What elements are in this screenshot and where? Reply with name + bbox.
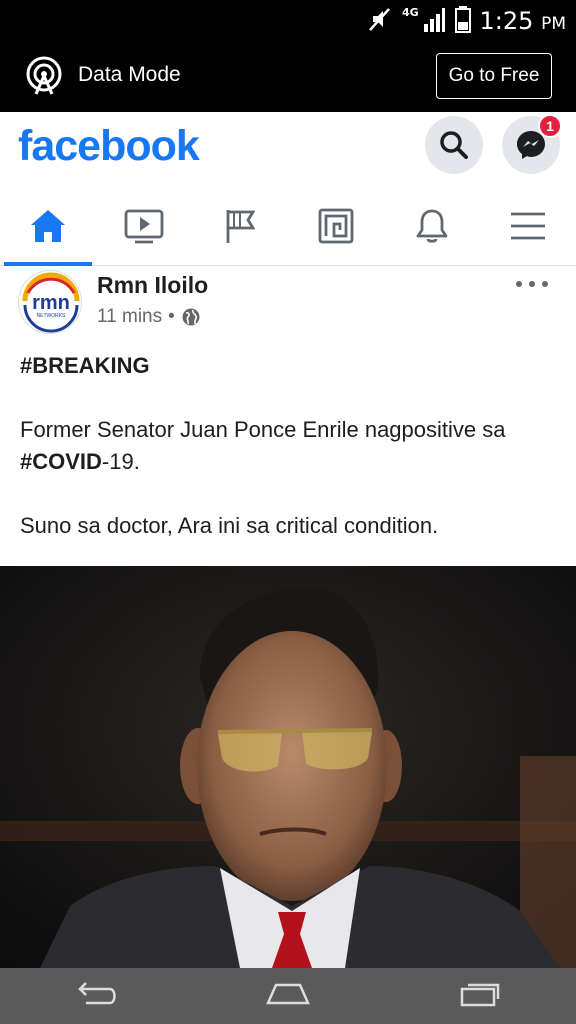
post-line-2-end: -19. [101, 449, 140, 474]
meta-separator: • [168, 306, 175, 327]
home-button[interactable] [264, 979, 312, 1014]
data-mode-icon [24, 56, 64, 96]
tab-notifications[interactable] [384, 186, 480, 266]
globe-icon [182, 308, 200, 326]
recents-button[interactable] [456, 979, 504, 1014]
back-button[interactable] [72, 979, 120, 1014]
post-photo[interactable] [0, 566, 576, 968]
flag-icon [226, 210, 256, 243]
network-type: 4G [402, 6, 419, 19]
post-meta: 11 mins • [97, 306, 201, 328]
nav-tabs [0, 186, 576, 266]
facebook-logo[interactable]: facebook [18, 122, 200, 171]
battery-icon [454, 4, 472, 39]
avatar-text: rmn [32, 292, 70, 314]
go-to-free-button[interactable]: Go to Free [436, 53, 552, 99]
bell-icon [416, 209, 448, 243]
post-time[interactable]: 11 mins [97, 306, 162, 328]
data-mode-label: Data Mode [78, 63, 181, 86]
hamburger-icon [511, 212, 545, 240]
search-icon [440, 131, 468, 159]
home-nav-icon [266, 983, 310, 1004]
home-icon [31, 210, 65, 242]
tab-menu[interactable] [480, 186, 576, 266]
app-header: facebook 1 [0, 112, 576, 186]
status-bar: 4G 1:25 PM [0, 0, 576, 42]
search-button[interactable] [425, 116, 483, 174]
more-dot [529, 281, 535, 287]
hashtag-breaking[interactable]: #BREAKING [20, 350, 565, 382]
back-icon [78, 981, 116, 1004]
android-nav-bar [0, 968, 576, 1024]
video-icon [124, 209, 164, 244]
messenger-button[interactable]: 1 [502, 114, 562, 174]
more-dot [542, 281, 548, 287]
tab-watch[interactable] [96, 186, 192, 266]
clock: 1:25 PM [479, 7, 566, 35]
tab-gaming[interactable] [288, 186, 384, 266]
hashtag-covid[interactable]: #COVID [20, 449, 102, 474]
post-author[interactable]: Rmn Iloilo [97, 272, 208, 299]
post-line-2-text: Former Senator Juan Ponce Enrile nagposi… [20, 417, 506, 442]
more-dot [516, 281, 522, 287]
signal-icon: 4G [402, 4, 446, 39]
tab-home[interactable] [0, 186, 96, 266]
avatar-subtext: NETWORKS [37, 313, 67, 319]
gaming-icon [318, 208, 354, 244]
post-line-3: Suno sa doctor, Ara ini sa critical cond… [20, 513, 439, 538]
messenger-badge: 1 [538, 114, 562, 138]
post-line-2: Former Senator Juan Ponce Enrile nagposi… [20, 414, 565, 478]
mute-icon [364, 4, 394, 39]
post-header: rmn NETWORKS Rmn Iloilo 11 mins • [0, 266, 576, 346]
tab-pages[interactable] [192, 186, 288, 266]
avatar[interactable]: rmn NETWORKS [18, 270, 82, 334]
post-body: #BREAKING Former Senator Juan Ponce Enri… [20, 350, 565, 542]
recents-icon [460, 983, 500, 1006]
data-mode-bar: Data Mode Go to Free [0, 42, 576, 112]
post-options-button[interactable] [516, 274, 548, 294]
